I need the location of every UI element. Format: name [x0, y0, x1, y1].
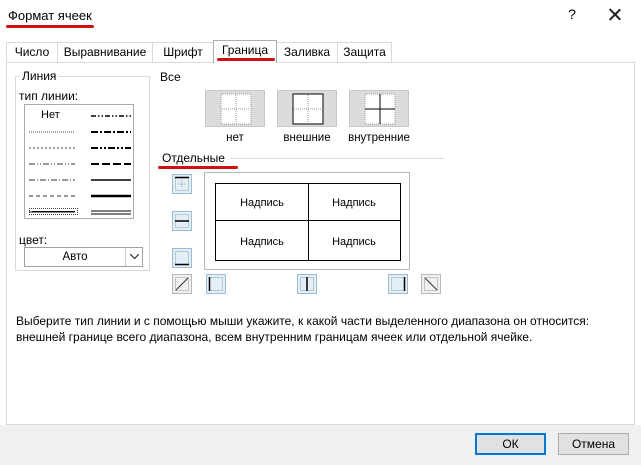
color-label: цвет: [19, 233, 48, 247]
preview-cell-label: Надпись [332, 236, 376, 248]
preview-cell-label: Надпись [332, 197, 376, 209]
color-value: Авто [62, 251, 88, 263]
border-diagonal-down-button[interactable] [421, 274, 441, 294]
preset-none-button[interactable] [205, 90, 265, 127]
border-right-button[interactable] [388, 274, 408, 294]
tab-fill[interactable]: Заливка [276, 42, 338, 62]
tab-protection[interactable]: Защита [337, 42, 392, 62]
red-underline-annotation [217, 58, 275, 61]
tab-font[interactable]: Шрифт [152, 42, 214, 62]
ok-button[interactable]: ОК [475, 433, 546, 455]
preview-right-border [400, 183, 401, 261]
dialog-title: Формат ячеек [8, 8, 92, 23]
preset-outline-label: внешние [283, 132, 331, 144]
border-inside-vertical-button[interactable] [297, 274, 317, 294]
border-inside-horizontal-button[interactable] [172, 211, 192, 231]
border-preview[interactable]: Надпись Надпись Надпись Надпись [204, 172, 410, 270]
line-style-selected[interactable] [29, 208, 78, 215]
preview-left-border [215, 183, 216, 261]
line-type-label: тип линии: [19, 89, 79, 103]
presets-title: Все [160, 70, 181, 84]
border-left-button[interactable] [206, 274, 226, 294]
line-style-samples[interactable] [25, 105, 135, 220]
red-underline-annotation [158, 166, 238, 169]
border-bottom-button[interactable] [172, 248, 192, 268]
preview-center-border [308, 183, 309, 261]
line-group-title: Линия [20, 69, 59, 83]
individual-title: Отдельные [162, 151, 225, 165]
cancel-button[interactable]: Отмена [558, 433, 629, 455]
preset-inside-label: внутренние [348, 132, 410, 144]
preset-inside-button[interactable] [349, 90, 409, 127]
close-icon[interactable] [603, 3, 627, 27]
chevron-down-icon[interactable] [125, 248, 142, 266]
tab-number[interactable]: Число [6, 42, 58, 62]
red-underline-annotation [6, 25, 94, 28]
preset-outline-button[interactable] [277, 90, 337, 127]
preview-cell-label: Надпись [240, 236, 284, 248]
border-diagonal-up-button[interactable] [172, 274, 192, 294]
instruction-text: Выберите тип линии и с помощью мыши укаж… [16, 314, 590, 344]
border-top-button[interactable] [172, 174, 192, 194]
preset-none-label: нет [226, 132, 244, 144]
title-bar: Формат ячеек ? [0, 0, 641, 32]
separator [230, 158, 444, 159]
help-button[interactable]: ? [563, 6, 581, 26]
dialog-footer: ОК Отмена [0, 425, 641, 465]
tab-alignment[interactable]: Выравнивание [57, 42, 153, 62]
line-style-list[interactable]: Нет [24, 104, 134, 219]
color-dropdown[interactable]: Авто [24, 247, 143, 267]
preview-cell-label: Надпись [240, 197, 284, 209]
